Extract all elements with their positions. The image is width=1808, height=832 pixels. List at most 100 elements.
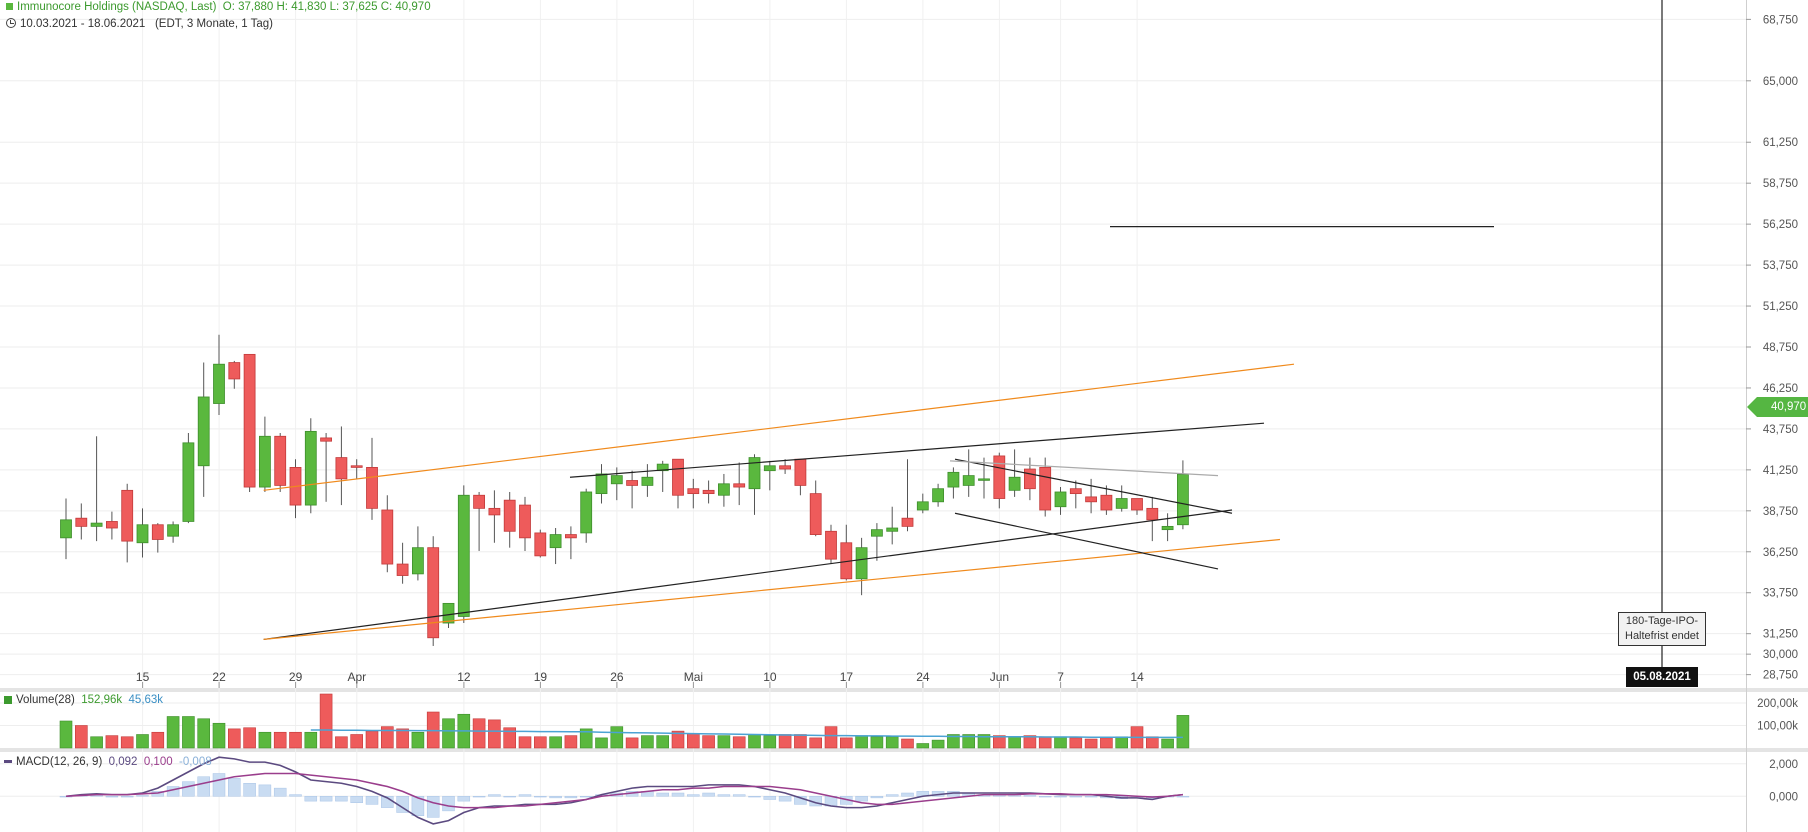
macd-histogram-bar (120, 796, 134, 798)
volume-bar (1161, 738, 1174, 749)
y-tick-label: 53,750 (1763, 260, 1798, 272)
macd-histogram-bar (1176, 796, 1190, 798)
volume-bar (595, 737, 608, 749)
volume-bar (151, 731, 165, 749)
candle (779, 465, 791, 470)
volume-bar (809, 737, 823, 749)
candle (809, 493, 822, 535)
y-tick-label: 33,750 (1763, 588, 1798, 600)
x-tick-label: 22 (212, 670, 226, 684)
volume-bar (824, 726, 838, 749)
macd-histogram-bar (1038, 796, 1052, 798)
volume-bar (702, 735, 715, 749)
y-tick-label: 31,250 (1763, 629, 1798, 641)
trendline (949, 460, 1219, 477)
volume-bar (518, 736, 532, 749)
candle (962, 475, 975, 486)
candle (702, 489, 715, 495)
volume-color-icon (4, 695, 12, 704)
macd-histogram-bar (335, 796, 348, 802)
macd-y-tick-label: 2,000 (1769, 759, 1798, 771)
candle (320, 437, 333, 442)
volume-bar (686, 733, 700, 749)
candle (871, 529, 883, 537)
x-tick-label: 17 (840, 670, 854, 684)
volume-bar (258, 731, 272, 749)
volume-bar (182, 716, 195, 749)
macd-histogram-bar (488, 794, 501, 797)
volume-bar (120, 736, 134, 749)
volume-bar (197, 718, 210, 749)
last-price-marker: 40,970 (1746, 397, 1808, 417)
macd-value: 0,092 (108, 756, 138, 768)
volume-bar (228, 728, 241, 749)
volume-bar (549, 736, 562, 749)
volume-bar (1176, 715, 1190, 749)
candle (687, 488, 700, 495)
macd-histogram-bar (579, 796, 593, 798)
volume-bar (289, 731, 302, 749)
macd-color-icon (4, 760, 12, 764)
candle (473, 494, 486, 509)
x-tick-label: 14 (1130, 670, 1144, 684)
candle (763, 465, 776, 472)
candle (304, 430, 317, 506)
candle (274, 435, 287, 486)
macd-histogram-bar (212, 773, 226, 797)
volume-bar (1100, 737, 1113, 749)
candle (90, 522, 103, 527)
y-tick-label: 43,750 (1763, 424, 1798, 436)
candle (672, 458, 684, 496)
x-tick-label: Jun (990, 670, 1009, 684)
volume-title: Volume(28) (16, 694, 75, 706)
volume-bar (610, 726, 624, 749)
volume-bar (1038, 736, 1052, 749)
y-tick-label: 56,250 (1763, 219, 1798, 231)
candle (396, 563, 409, 576)
macd-histogram-bar (870, 796, 884, 799)
x-tick-label: 19 (534, 670, 548, 684)
volume-header: Volume(28) 152,96k 45,63k (4, 694, 163, 706)
macd-histogram-bar (258, 784, 272, 797)
volume-bar (901, 738, 914, 749)
candle (60, 519, 72, 539)
macd-histogram-bar (304, 796, 318, 802)
ipo-lockup-annotation: 180-Tage-IPO- Haltefrist endet (1618, 612, 1706, 646)
macd-histogram-bar (182, 781, 195, 797)
candle (1008, 476, 1021, 491)
volume-bar (1084, 738, 1098, 749)
volume-bar (212, 722, 226, 749)
macd-histogram-value: -0,008 (179, 756, 212, 768)
candle (197, 396, 210, 467)
candle (580, 491, 593, 534)
volume-bar (243, 727, 256, 749)
volume-bar (656, 735, 670, 749)
chart-title: Immunocore Holdings (NASDAQ, Last) (17, 1, 217, 13)
macd-histogram-bar (534, 796, 547, 798)
y-tick-label: 28,750 (1763, 670, 1798, 682)
x-tick-label: 29 (289, 670, 303, 684)
x-tick-label: 7 (1057, 670, 1064, 684)
event-date-label: 05.08.2021 (1626, 667, 1698, 687)
volume-bar (105, 735, 119, 749)
volume-bar (839, 737, 853, 749)
macd-histogram-bar (687, 794, 700, 797)
macd-histogram-bar (1023, 795, 1037, 797)
volume-bar (75, 725, 88, 749)
volume-bar (625, 737, 639, 749)
macd-histogram-bar (855, 796, 868, 802)
candle (228, 362, 241, 380)
y-tick-label: 51,250 (1763, 301, 1798, 313)
panel-separator (0, 748, 1808, 752)
chart-info: (EDT, 3 Monate, 1 Tag) (154, 18, 273, 30)
candle (258, 435, 271, 488)
candle (932, 488, 944, 503)
volume-bar (319, 693, 333, 749)
macd-histogram-bar (273, 787, 287, 797)
y-tick-label: 65,000 (1763, 76, 1798, 88)
candle (121, 489, 134, 542)
y-tick-label: 46,250 (1763, 383, 1798, 395)
x-tick-label: Apr (347, 670, 366, 684)
y-tick-label: 38,750 (1763, 506, 1798, 518)
volume-bar (335, 736, 348, 749)
